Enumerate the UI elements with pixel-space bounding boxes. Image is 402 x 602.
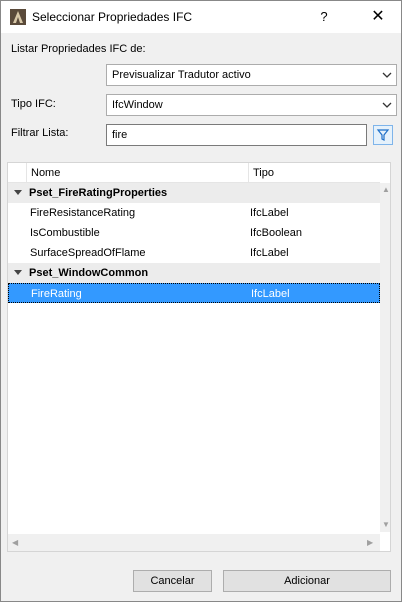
ifc-type-value: IfcWindow <box>112 99 163 111</box>
filter-input[interactable] <box>107 125 366 145</box>
filter-button[interactable] <box>373 125 393 145</box>
ifc-type-label: Tipo IFC: <box>11 98 56 110</box>
property-type: IfcLabel <box>250 247 289 259</box>
list-from-value: Previsualizar Tradutor activo <box>112 69 251 81</box>
collapse-triangle-icon[interactable] <box>14 270 22 275</box>
table-row[interactable]: SurfaceSpreadOfFlame IfcLabel <box>8 243 380 263</box>
filter-field[interactable] <box>106 124 367 146</box>
help-button[interactable]: ? <box>312 5 336 29</box>
scroll-up-arrow-icon[interactable]: ▲ <box>382 185 390 194</box>
table-row[interactable]: FireResistanceRating IfcLabel <box>8 203 380 223</box>
property-name: FireResistanceRating <box>30 207 136 219</box>
title-bar[interactable]: Seleccionar Propriedades IFC ? ✕ <box>1 1 401 33</box>
group-row[interactable]: Pset_WindowCommon <box>8 263 380 283</box>
scroll-right-arrow-icon[interactable]: ▶ <box>367 538 373 547</box>
table-row[interactable]: IsCombustible IfcBoolean <box>8 223 380 243</box>
collapse-triangle-icon[interactable] <box>14 190 22 195</box>
property-type: IfcLabel <box>250 207 289 219</box>
funnel-icon <box>376 129 390 141</box>
list-header: Nome Tipo <box>8 163 380 183</box>
horizontal-scrollbar[interactable]: ◀ ▶ <box>8 534 380 551</box>
group-name: Pset_FireRatingProperties <box>29 187 168 199</box>
close-button[interactable]: ✕ <box>365 5 391 29</box>
cancel-button[interactable]: Cancelar <box>133 570 212 592</box>
property-name: FireRating <box>31 288 82 300</box>
archicad-app-icon <box>10 9 26 25</box>
header-spacer <box>8 163 26 183</box>
scroll-down-arrow-icon[interactable]: ▼ <box>382 520 390 529</box>
properties-list[interactable]: Nome Tipo Pset_FireRatingProperties Fire… <box>7 162 391 552</box>
chevron-down-icon <box>382 72 392 78</box>
list-from-label: Listar Propriedades IFC de: <box>11 43 146 55</box>
dialog-window: Seleccionar Propriedades IFC ? ✕ Listar … <box>0 0 402 602</box>
filter-label: Filtrar Lista: <box>11 127 69 139</box>
column-header-name[interactable]: Nome <box>26 163 248 183</box>
vertical-scrollbar[interactable]: ▲ ▼ <box>380 183 390 532</box>
list-from-dropdown[interactable]: Previsualizar Tradutor activo <box>106 64 397 86</box>
scroll-left-arrow-icon[interactable]: ◀ <box>12 538 18 547</box>
group-name: Pset_WindowCommon <box>29 267 149 279</box>
ifc-type-dropdown[interactable]: IfcWindow <box>106 94 397 116</box>
property-name: SurfaceSpreadOfFlame <box>30 247 146 259</box>
group-row[interactable]: Pset_FireRatingProperties <box>8 183 380 203</box>
table-row-selected[interactable]: FireRating IfcLabel <box>8 283 380 303</box>
column-header-type[interactable]: Tipo <box>248 163 380 183</box>
property-type: IfcLabel <box>251 288 290 300</box>
window-title: Seleccionar Propriedades IFC <box>32 10 193 24</box>
add-button[interactable]: Adicionar <box>223 570 391 592</box>
property-type: IfcBoolean <box>250 227 302 239</box>
property-name: IsCombustible <box>30 227 100 239</box>
chevron-down-icon <box>382 102 392 108</box>
